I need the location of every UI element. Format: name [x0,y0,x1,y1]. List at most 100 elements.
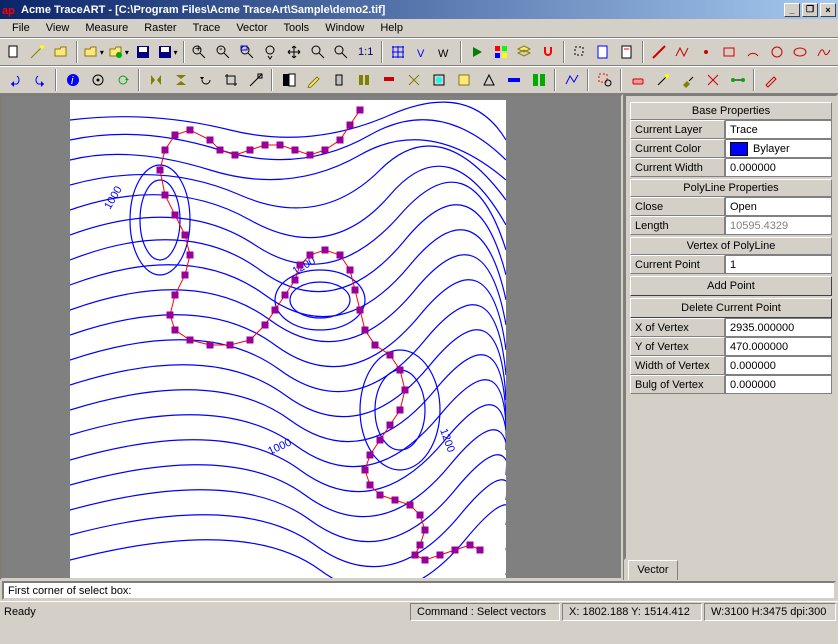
tool2-icon[interactable] [352,69,375,91]
status-coords: X: 1802.188 Y: 1514.412 [562,603,702,621]
tool1-icon[interactable] [327,69,350,91]
open-raster-icon[interactable] [82,41,105,63]
pencil-icon[interactable] [302,69,325,91]
menu-raster[interactable]: Raster [136,20,184,36]
new-icon[interactable] [3,41,25,63]
eraser-icon[interactable] [626,69,649,91]
zoom-extents-icon[interactable] [330,41,352,63]
minimize-button[interactable]: _ [784,3,800,17]
info-icon[interactable]: i [61,69,84,91]
refresh-icon[interactable] [111,69,134,91]
doc2-icon[interactable] [616,41,638,63]
separator [554,69,556,91]
open-vector-icon[interactable] [107,41,130,63]
separator [381,41,383,63]
width-vertex-value[interactable]: 0.000000 [725,356,832,375]
save-icon[interactable] [132,41,154,63]
menu-window[interactable]: Window [317,20,372,36]
redo-icon[interactable] [28,69,51,91]
open-icon[interactable] [50,41,72,63]
menu-trace[interactable]: Trace [185,20,229,36]
tool4-icon[interactable] [402,69,425,91]
zoom-previous-icon[interactable] [307,41,329,63]
tool7-icon[interactable] [477,69,500,91]
menu-tools[interactable]: Tools [276,20,318,36]
canvas-page: 1000 1200 1000 1200 [70,100,506,580]
current-color-text: Bylayer [753,143,790,155]
zoom-window-icon[interactable] [236,41,258,63]
draw-line-icon[interactable] [648,41,670,63]
magic-icon[interactable] [651,69,674,91]
menu-view[interactable]: View [38,20,78,36]
zoom-out-icon[interactable]: - [212,41,234,63]
cut-icon[interactable] [701,69,724,91]
current-point-value[interactable]: 1 [725,255,832,274]
menu-measure[interactable]: Measure [77,20,136,36]
draw-rect-icon[interactable] [719,41,741,63]
tool5-icon[interactable] [427,69,450,91]
current-layer-value[interactable]: Trace [725,120,832,139]
menu-file[interactable]: File [4,20,38,36]
svg-text:ap: ap [2,5,15,17]
properties-scroll[interactable]: Base Properties Current Layer Trace Curr… [624,94,838,560]
draw-polyline-icon[interactable] [671,41,693,63]
undo-icon[interactable] [3,69,26,91]
batch-icon[interactable] [490,41,512,63]
wizard-icon[interactable] [27,41,49,63]
v-icon[interactable]: V [411,41,433,63]
tool8-icon[interactable] [502,69,525,91]
pan-icon[interactable] [283,41,305,63]
edit-icon[interactable] [759,69,782,91]
close-button[interactable]: × [820,3,836,17]
separator [587,69,589,91]
tool10-icon[interactable] [560,69,583,91]
canvas-area[interactable]: 1000 1200 1000 1200 [0,94,623,580]
draw-spline-icon[interactable] [813,41,835,63]
maximize-button[interactable]: ❐ [802,3,818,17]
doc1-icon[interactable] [592,41,614,63]
rotate-icon[interactable] [194,69,217,91]
tool6-icon[interactable] [452,69,475,91]
grid-icon[interactable] [387,41,409,63]
x-vertex-value[interactable]: 2935.000000 [725,318,832,337]
menu-vector[interactable]: Vector [228,20,275,36]
crop2-icon[interactable] [219,69,242,91]
delete-point-button[interactable]: Delete Current Point [630,298,832,318]
mirror-v-icon[interactable] [169,69,192,91]
draw-point-icon[interactable] [695,41,717,63]
join-icon[interactable] [726,69,749,91]
layers-icon[interactable] [514,41,536,63]
brush-icon[interactable] [676,69,699,91]
command-line[interactable]: First corner of select box: [2,581,836,600]
bulg-vertex-value[interactable]: 0.000000 [725,375,832,394]
play-icon[interactable] [466,41,488,63]
selected-polyline[interactable] [157,107,483,563]
draw-ellipse-icon[interactable] [790,41,812,63]
tool9-icon[interactable] [527,69,550,91]
mirror-h-icon[interactable] [144,69,167,91]
width-vertex-label: Width of Vertex [630,356,725,375]
target-icon[interactable] [86,69,109,91]
vector-tab[interactable]: Vector [628,560,678,580]
crop-icon[interactable] [569,41,591,63]
current-width-value[interactable]: 0.000000 [725,158,832,177]
add-point-button[interactable]: Add Point [630,276,832,296]
save-as-icon[interactable] [156,41,179,63]
current-color-value[interactable]: Bylayer [725,139,832,158]
close-value[interactable]: Open [725,197,832,216]
scale-icon[interactable] [244,69,267,91]
y-vertex-value[interactable]: 470.000000 [725,337,832,356]
zoom-dynamic-icon[interactable] [259,41,281,63]
invert-icon[interactable] [277,69,300,91]
snap-icon[interactable] [537,41,559,63]
current-point-label: Current Point [630,255,725,274]
draw-arc-icon[interactable] [742,41,764,63]
tool3-icon[interactable] [377,69,400,91]
menu-help[interactable]: Help [372,20,411,36]
zoom-in-icon[interactable]: + [189,41,211,63]
draw-circle-icon[interactable] [766,41,788,63]
select-zoom-icon[interactable] [593,69,616,91]
w-icon[interactable]: W [435,41,457,63]
zoom-actual-icon[interactable]: 1:1 [354,41,377,63]
y-vertex-label: Y of Vertex [630,337,725,356]
